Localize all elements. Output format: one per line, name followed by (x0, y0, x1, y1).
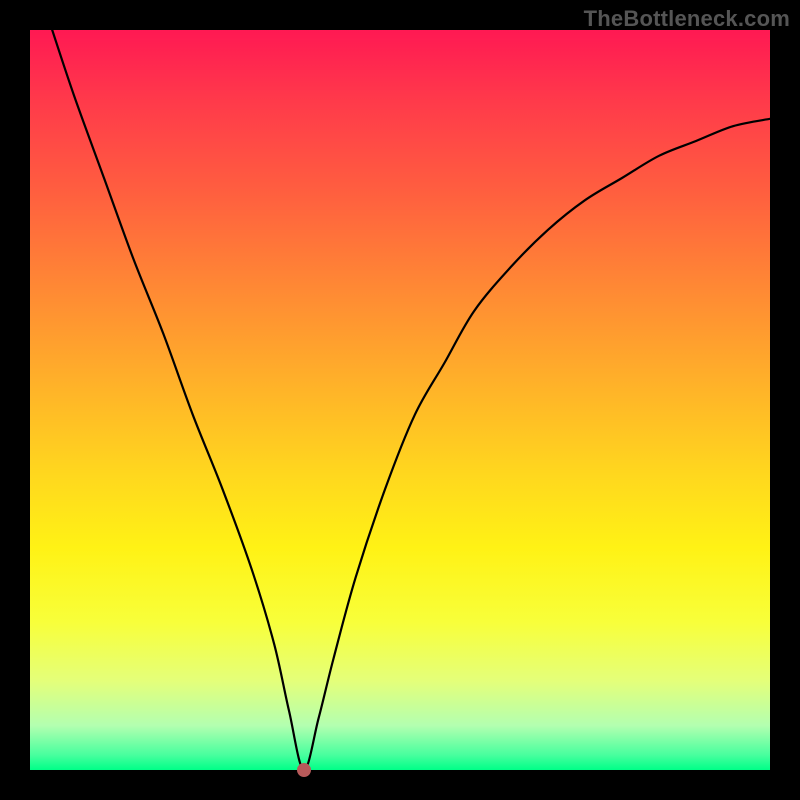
watermark-text: TheBottleneck.com (584, 6, 790, 32)
chart-frame: TheBottleneck.com (0, 0, 800, 800)
minimum-marker-dot (297, 763, 311, 777)
bottleneck-curve (30, 30, 770, 770)
plot-area (30, 30, 770, 770)
